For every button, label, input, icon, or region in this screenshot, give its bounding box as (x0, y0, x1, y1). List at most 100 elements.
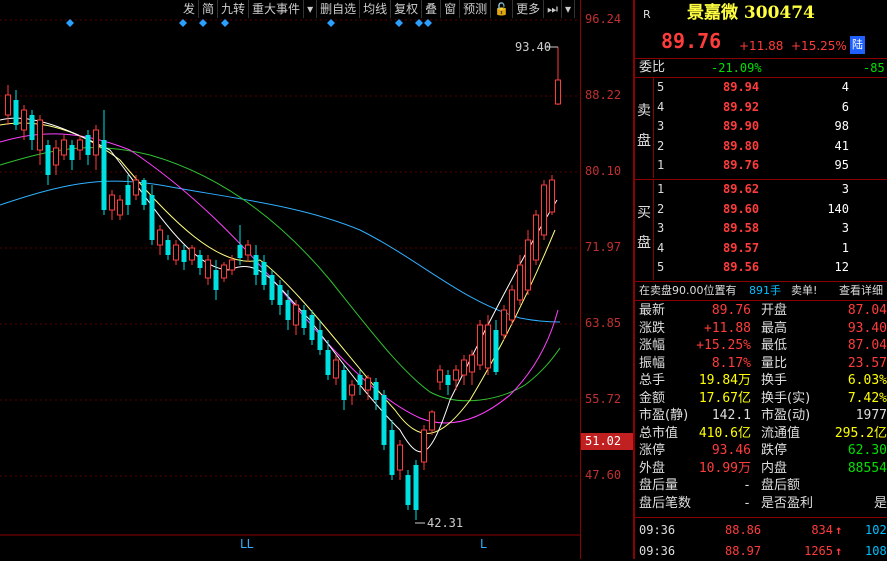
stat-value: 1977 (855, 408, 887, 423)
stat-cell: 内盘 88554 (761, 460, 887, 477)
candle-body (277, 285, 283, 305)
price-axis-label: 96.24 (585, 12, 622, 26)
candle-body (189, 247, 195, 261)
position-sell-tag: 卖单! (791, 284, 818, 297)
candle-body (341, 370, 347, 400)
price-axis: 96.24 88.22 80.10 71.97 63.85 55.72 51.0… (580, 0, 634, 559)
order-row[interactable]: 1 89.62 3 (635, 180, 887, 198)
candle-body (421, 429, 427, 463)
candle-body (437, 369, 443, 383)
stat-key: 跌停 (761, 443, 788, 458)
order-volume: 140 (827, 201, 849, 216)
stat-key: 外盘 (639, 460, 666, 476)
order-level: 5 (657, 260, 665, 274)
order-row[interactable]: 2 89.80 41 (635, 137, 887, 155)
candle-body (237, 245, 243, 258)
candle-body (493, 330, 499, 372)
position-text: 在卖盘90.00位置有 (639, 284, 737, 297)
window-button[interactable]: 窗 (441, 0, 461, 18)
options-dropdown[interactable]: ▾ (562, 0, 575, 18)
stat-key: 振幅 (639, 355, 666, 371)
stock-header: R 景嘉微 300474 (635, 4, 887, 26)
lock-icon[interactable]: 🔓 (491, 0, 514, 18)
stat-cell: 盘后量 - (639, 477, 751, 494)
events-dropdown[interactable]: ▾ (304, 0, 318, 18)
order-row[interactable]: 1 89.76 95 (635, 156, 887, 174)
more-button[interactable]: 更多 (513, 0, 545, 18)
skip-end-icon[interactable]: ⏭ (544, 0, 562, 18)
stat-value: 7.42% (847, 390, 887, 406)
price-axis-label: 47.60 (585, 468, 622, 482)
candle-body (101, 140, 107, 210)
stat-key: 换手(实) (761, 390, 811, 406)
stat-cell: 换手 6.03% (761, 372, 887, 389)
order-price: 89.62 (723, 182, 760, 196)
tick-extra: 102 (865, 523, 887, 537)
candle-body (357, 375, 363, 385)
stat-key: 金额 (639, 390, 666, 406)
l-marker: L (480, 537, 487, 551)
jian-button[interactable]: 简 (199, 0, 219, 18)
adjust-button[interactable]: 复权 (391, 0, 423, 18)
weibi-value: -21.09% (711, 61, 762, 75)
order-level: 1 (657, 158, 665, 172)
stat-key: 流通值 (761, 425, 801, 441)
candle-body (293, 304, 299, 326)
price-axis-label: 55.72 (585, 392, 622, 406)
candle-body (261, 262, 267, 285)
order-row[interactable]: 3 89.58 3 (635, 219, 887, 237)
candle-body (405, 475, 411, 505)
view-detail-link[interactable]: 查看详细 (839, 282, 883, 300)
weibi-row: 委比 -21.09% -85 (635, 59, 887, 77)
stat-value: 93.40 (847, 320, 887, 336)
stat-value: 93.46 (711, 443, 751, 458)
fa-button[interactable]: 发 (180, 0, 200, 18)
stat-value: 6.03% (847, 373, 887, 388)
candle-body (533, 214, 539, 261)
candle-body (285, 300, 291, 320)
stat-value: 17.67亿 (698, 390, 751, 406)
major-events-button[interactable]: 重大事件 (249, 0, 305, 18)
stat-value: 10.99万 (698, 460, 751, 476)
order-row[interactable]: 5 89.94 4 (635, 78, 887, 96)
overlay-button[interactable]: 叠 (422, 0, 442, 18)
order-row[interactable]: 4 89.57 1 (635, 239, 887, 257)
order-volume: 3 (841, 182, 849, 196)
high-annotation: 93.40 (515, 40, 551, 54)
order-row[interactable]: 2 89.60 140 (635, 200, 887, 218)
candle-body (253, 255, 259, 275)
remove-watchlist-button[interactable]: 删自选 (317, 0, 361, 18)
order-price: 89.58 (723, 221, 760, 235)
tick-row: 09:36 88.86 834 ↑ 102 (639, 520, 887, 540)
tick-time: 09:36 (639, 523, 676, 537)
stat-key: 最低 (761, 338, 788, 353)
price-axis-label: 80.10 (585, 164, 622, 178)
stat-cell: 最新 89.76 (639, 302, 751, 319)
order-row[interactable]: 3 89.90 98 (635, 117, 887, 135)
jiuzhuan-button[interactable]: 九转 (218, 0, 250, 18)
exchange-badge[interactable]: 陆 (850, 36, 865, 54)
order-row[interactable]: 5 89.56 12 (635, 258, 887, 276)
order-row[interactable]: 4 89.92 6 (635, 98, 887, 116)
stat-key: 涨幅 (639, 338, 666, 353)
current-price-marker: 51.02 (581, 433, 634, 450)
order-level: 1 (657, 182, 665, 196)
tick-volume: 1265 (804, 544, 833, 558)
candle-body (555, 79, 561, 105)
tick-price: 88.97 (725, 544, 762, 558)
stat-key: 最高 (761, 320, 788, 336)
candle-body (349, 384, 355, 396)
kline-chart[interactable]: 93.40 42.31 LL L 发简九转 重大事件 ▾ 删自选 均线 复权叠窗预测 🔓 更多… (0, 0, 634, 559)
order-volume: 95 (834, 158, 849, 172)
stat-cell: 跌停 62.30 (761, 442, 887, 459)
price-change: +11.88 (739, 39, 784, 53)
order-level: 3 (657, 221, 665, 235)
candle-body (85, 135, 91, 155)
position-bar: 在卖盘90.00位置有 891手 卖单! 查看详细 (635, 282, 887, 300)
moving-average-button[interactable]: 均线 (360, 0, 392, 18)
forecast-button[interactable]: 预测 (460, 0, 492, 18)
order-volume: 12 (834, 260, 849, 274)
tick-volume: 834 (811, 523, 833, 537)
candle-body (125, 185, 131, 205)
stat-cell: 金额 17.67亿 (639, 390, 751, 407)
